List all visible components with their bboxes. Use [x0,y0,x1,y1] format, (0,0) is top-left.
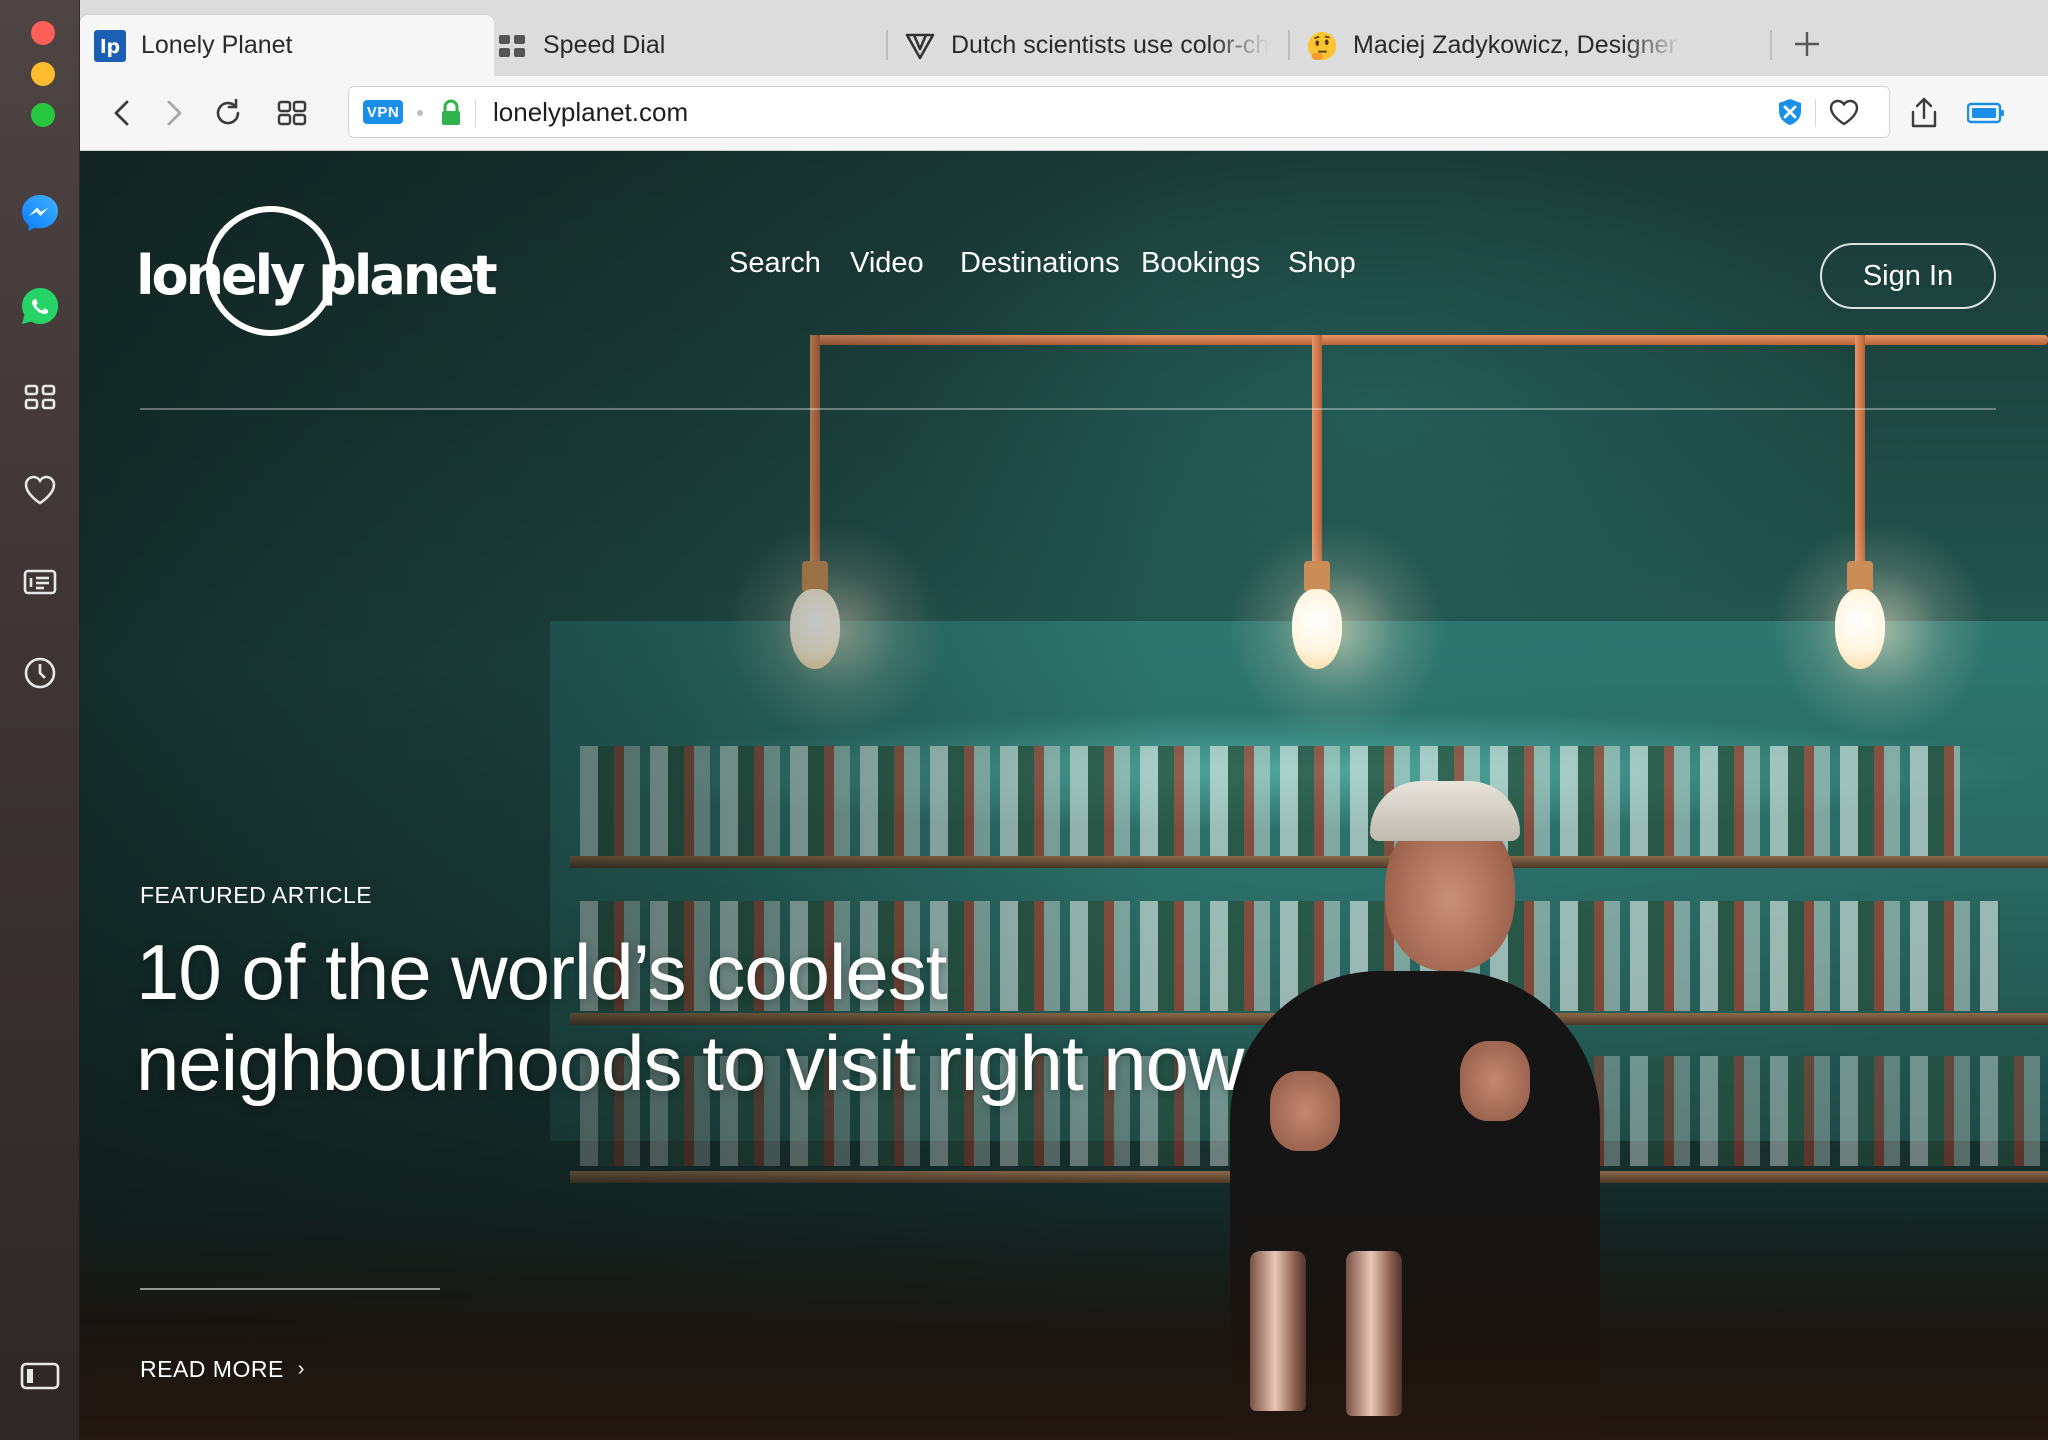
tab-portfolio[interactable]: Maciej Zadykowicz, Designer [1306,15,1766,76]
read-more-link[interactable]: READ MORE › [140,1356,305,1383]
nav-destinations[interactable]: Destinations [960,247,1120,280]
tab-separator [1770,30,1772,60]
whatsapp-icon[interactable] [18,284,62,328]
adblock-icon[interactable] [1773,95,1807,129]
url-divider [475,99,476,127]
featured-article-label: FEATURED ARTICLE [140,882,373,908]
bar-counter [80,1210,2048,1440]
nav-bookings[interactable]: Bookings [1141,247,1260,280]
tab-verge-article[interactable]: Dutch scientists use color-ch [904,15,1280,76]
history-icon[interactable] [18,651,62,695]
chevron-right-icon: › [297,1358,305,1380]
logo-wordmark: lonely planet [136,244,498,307]
url-input[interactable]: lonelyplanet.com [493,87,688,137]
tab-bar: lp Lonely Planet Speed Dial Dutch scient… [80,0,2048,76]
nav-video[interactable]: Video [850,247,924,280]
maximize-window-button[interactable] [31,103,55,127]
messenger-icon[interactable] [18,191,62,235]
address-bar[interactable]: VPN lonelyplanet.com [348,86,1890,138]
nav-divider [140,408,1996,410]
reload-icon[interactable] [206,91,250,135]
nav-shop[interactable]: Shop [1288,247,1356,280]
cocktail-shaker [1250,1251,1306,1411]
cocktail-shaker [1346,1251,1402,1416]
web-page: lonely planet Search Video Destinations … [80,151,2048,1440]
grid-icon[interactable] [270,91,314,135]
heart-icon[interactable] [18,468,62,512]
lock-icon[interactable] [439,99,463,127]
minimize-window-button[interactable] [31,62,55,86]
nav-search[interactable]: Search [729,247,821,280]
read-more-label: READ MORE [140,1356,284,1382]
sign-in-button[interactable]: Sign In [1820,243,1996,309]
news-icon[interactable] [18,560,62,604]
thinking-face-emoji [1306,30,1338,62]
tab-separator [1288,30,1290,60]
tab-speed-dial[interactable]: Speed Dial [496,15,876,76]
share-icon[interactable] [1902,91,1946,135]
back-arrow-icon[interactable] [100,91,144,135]
plus-icon[interactable] [1787,24,1827,64]
forward-arrow-icon[interactable] [152,91,196,135]
lonely-planet-logo[interactable]: lonely planet [136,206,498,356]
speed-dial-favicon [496,30,528,62]
url-divider [1815,99,1816,127]
battery-icon[interactable] [1964,91,2008,135]
headline-divider [140,1288,440,1290]
browser-window: lp Lonely Planet Speed Dial Dutch scient… [0,0,2048,1440]
tab-title: Maciej Zadykowicz, Designer [1353,31,1677,59]
speed-dial-icon[interactable] [18,375,62,419]
featured-headline[interactable]: 10 of the world’s coolest neighbourhoods… [136,927,1286,1109]
close-window-button[interactable] [31,21,55,45]
browser-sidebar [0,0,80,1440]
verge-favicon [904,30,936,62]
vpn-badge[interactable]: VPN [363,100,403,124]
tab-separator [886,30,888,60]
lp-favicon-text: lp [100,36,120,58]
tab-title: Dutch scientists use color-ch [951,31,1270,59]
address-toolbar: VPN lonelyplanet.com [80,76,2048,151]
heart-icon[interactable] [1827,95,1861,129]
tab-lonely-planet[interactable]: lp Lonely Planet [80,15,494,76]
lonely-planet-favicon: lp [94,29,126,62]
tab-title: Lonely Planet [141,31,293,59]
sidebar-toggle-icon[interactable] [18,1354,62,1398]
tab-title: Speed Dial [543,31,666,59]
separator-dot [417,110,423,116]
